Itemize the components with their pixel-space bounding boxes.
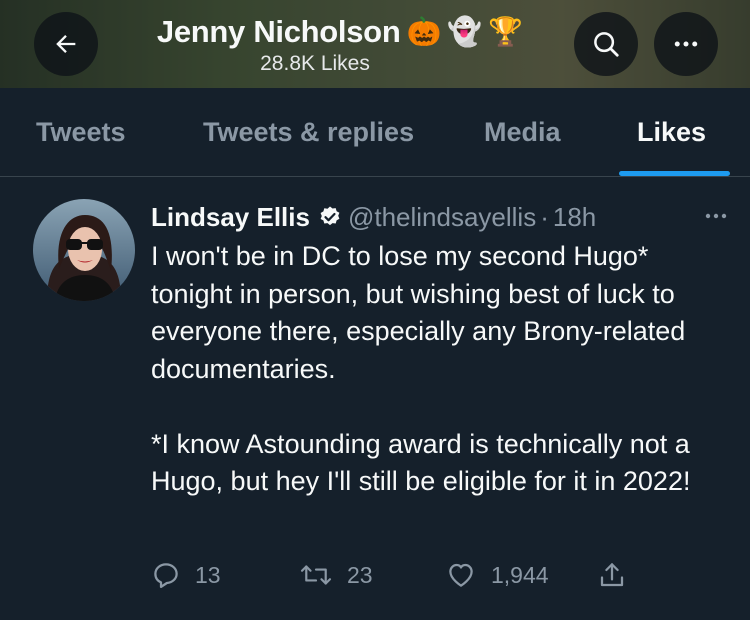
search-button[interactable] <box>574 12 638 76</box>
tweet-header: Lindsay Ellis @thelindsayellis · 18h <box>151 200 731 234</box>
reply-count: 13 <box>195 561 221 588</box>
like-count: 1,944 <box>491 561 549 588</box>
heart-icon <box>449 563 473 587</box>
tweet-actions: 13 23 1,944 <box>151 555 651 595</box>
tab-tweets-replies[interactable]: Tweets & replies <box>203 88 414 177</box>
search-icon <box>594 32 619 57</box>
share-button[interactable] <box>597 555 627 595</box>
active-tab-indicator <box>619 171 730 176</box>
tweet-body: I won't be in DC to lose my second Hugo*… <box>151 238 731 501</box>
share-icon <box>600 563 624 587</box>
retweet-button[interactable]: 23 <box>299 555 373 595</box>
tweet-more-icon[interactable] <box>701 204 731 235</box>
reply-icon <box>154 563 178 588</box>
retweet-icon <box>300 565 332 585</box>
author-name[interactable]: Lindsay Ellis <box>151 202 310 233</box>
profile-name: Jenny Nicholson <box>156 14 401 49</box>
pumpkin-emoji: 🎃 <box>406 16 442 47</box>
ghost-emoji: 👻 <box>447 16 483 47</box>
retweet-count: 23 <box>347 561 373 588</box>
reply-button[interactable]: 13 <box>151 555 221 595</box>
tweet-paragraph: I won't be in DC to lose my second Hugo*… <box>151 241 686 384</box>
avatar[interactable] <box>33 199 135 301</box>
tweet-timestamp[interactable]: 18h <box>553 202 596 233</box>
tab-tweets[interactable]: Tweets <box>36 88 126 177</box>
author-handle[interactable]: @thelindsayellis <box>348 202 536 233</box>
tab-likes[interactable]: Likes <box>637 88 706 177</box>
more-horizontal-icon <box>674 41 698 47</box>
like-button[interactable]: 1,944 <box>445 555 549 595</box>
more-button[interactable] <box>654 12 718 76</box>
trophy-emoji: 🏆 <box>488 16 524 47</box>
profile-header-banner: Jenny Nicholson 🎃 👻 🏆 28.8K Likes <box>0 0 750 88</box>
profile-tabs: Tweets Tweets & replies Media Likes <box>0 88 750 177</box>
likes-count: 28.8K Likes <box>260 52 370 75</box>
verified-badge-icon <box>318 205 342 229</box>
separator-dot: · <box>540 201 549 232</box>
tweet-paragraph: *I know Astounding award is technically … <box>151 428 691 497</box>
tab-media[interactable]: Media <box>484 88 561 177</box>
tweet-card[interactable]: Lindsay Ellis @thelindsayellis · 18h I w… <box>0 178 750 620</box>
